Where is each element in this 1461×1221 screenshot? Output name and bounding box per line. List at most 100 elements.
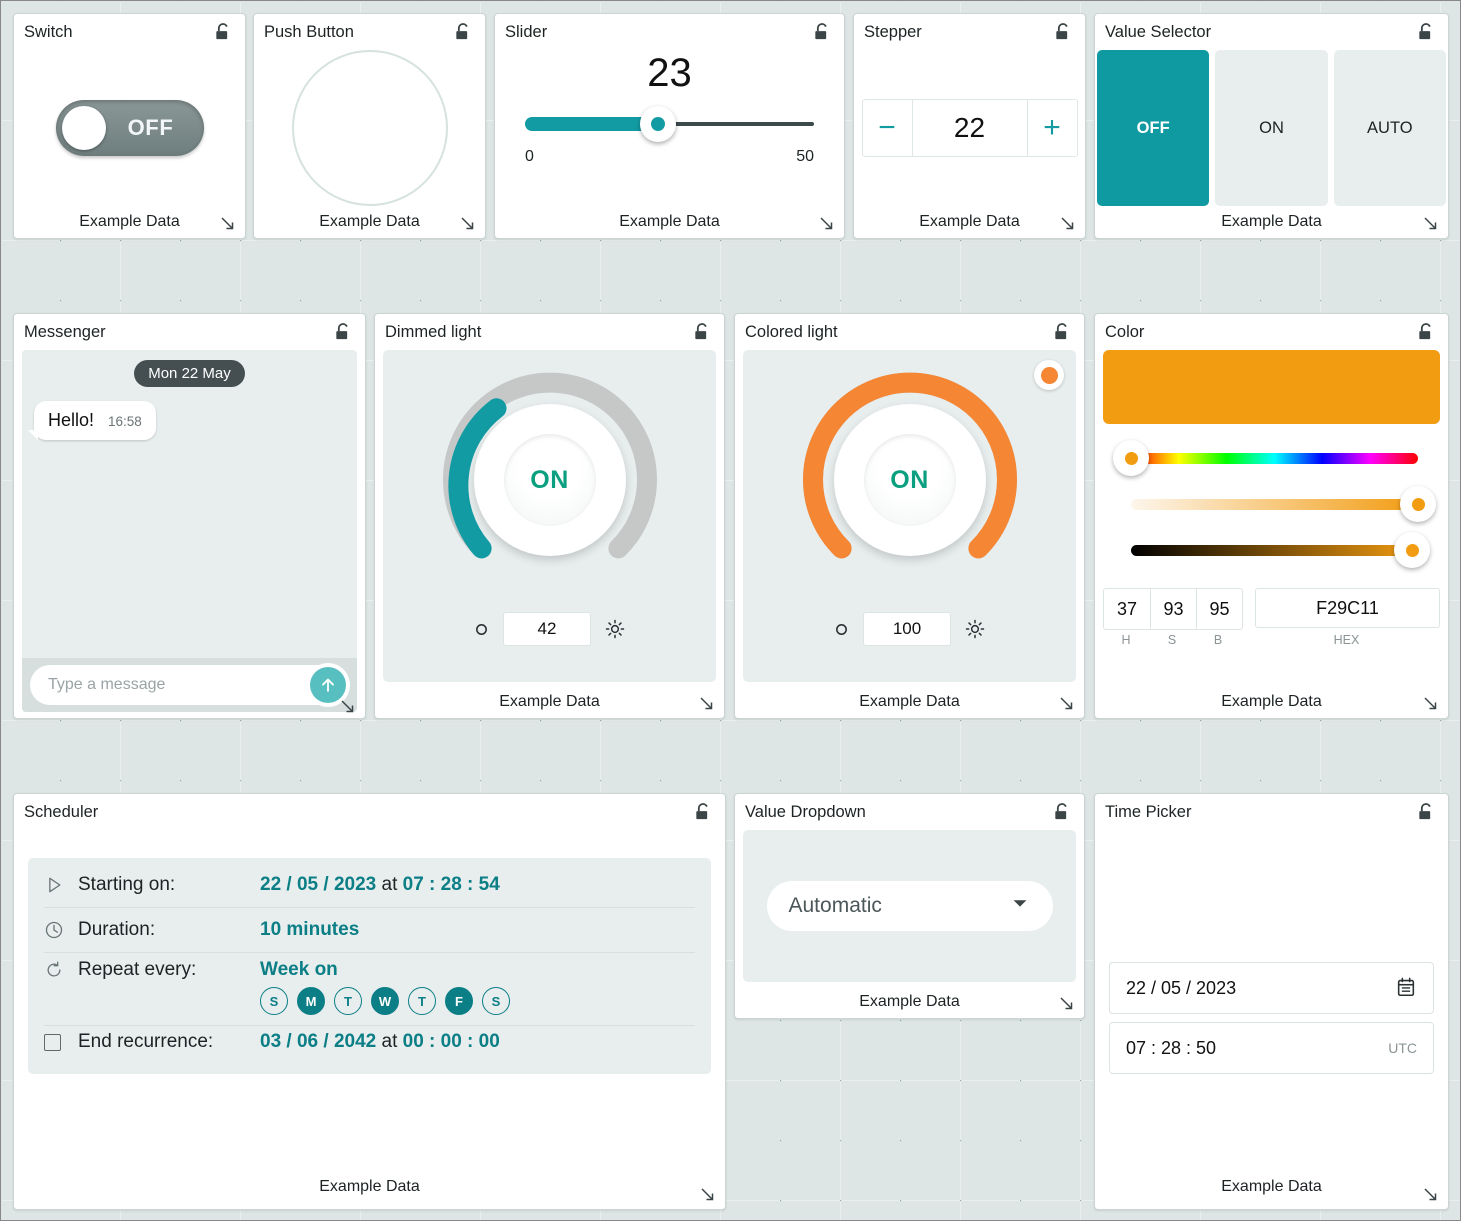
resize-handle-icon[interactable] [818, 215, 836, 233]
unlock-icon[interactable] [453, 22, 473, 42]
resize-handle-icon[interactable] [1058, 995, 1076, 1013]
value-selector-option-off[interactable]: OFF [1097, 50, 1209, 206]
weekday-sat[interactable]: S [482, 987, 510, 1015]
resize-handle-icon[interactable] [1422, 1186, 1440, 1204]
card-switch[interactable]: Switch OFF Example Data [13, 13, 246, 239]
hue-value[interactable]: 37 [1104, 589, 1150, 629]
card-slider[interactable]: Slider 23 0 50 Example Data [494, 13, 845, 239]
weekday-wed[interactable]: W [371, 987, 399, 1015]
unlock-icon[interactable] [1416, 802, 1436, 822]
resize-handle-icon[interactable] [1422, 215, 1440, 233]
card-colored-light[interactable]: Colored light [734, 313, 1085, 719]
knob-state-label[interactable]: ON [864, 434, 956, 526]
circle-small-icon[interactable] [834, 622, 849, 637]
card-time-picker[interactable]: Time Picker 22 / 05 / 2023 [1094, 793, 1449, 1210]
brightness-value[interactable]: 95 [1196, 589, 1242, 629]
circle-small-icon[interactable] [474, 622, 489, 637]
messenger-message-list[interactable]: Mon 22 May Hello! 16:58 [22, 350, 357, 658]
colored-light-knob[interactable]: ON [794, 364, 1026, 596]
knob-face[interactable]: ON [834, 404, 986, 556]
card-stepper[interactable]: Stepper − 22 + Example Data [853, 13, 1086, 239]
stepper-control[interactable]: − 22 + [862, 99, 1078, 157]
saturation-value[interactable]: 93 [1150, 589, 1196, 629]
card-dimmed-light[interactable]: Dimmed light [374, 313, 725, 719]
scheduler-row-duration[interactable]: Duration: 10 minutes [44, 907, 695, 952]
time-picker-date-field[interactable]: 22 / 05 / 2023 [1109, 962, 1434, 1014]
resize-handle-icon[interactable] [1422, 695, 1440, 713]
slider-thumb[interactable] [640, 106, 676, 142]
unlock-icon[interactable] [1416, 22, 1436, 42]
value-dropdown-select[interactable]: Automatic [767, 881, 1053, 931]
switch-toggle[interactable]: OFF [56, 100, 204, 156]
card-push-button[interactable]: Push Button Example Data [253, 13, 486, 239]
colored-light-brightness-value[interactable]: 100 [863, 612, 951, 646]
resize-handle-icon[interactable] [698, 695, 716, 713]
color-preview-swatch[interactable] [1103, 350, 1440, 424]
hex-value[interactable]: F29C11 [1255, 588, 1440, 628]
hue-slider-track[interactable] [1131, 453, 1418, 464]
value-selector-option-on[interactable]: ON [1215, 50, 1327, 206]
scheduler-start-value[interactable]: 22 / 05 / 2023 at 07 : 28 : 54 [260, 874, 500, 896]
sun-icon[interactable] [605, 619, 625, 639]
saturation-slider[interactable] [1103, 490, 1440, 518]
saturation-slider-thumb[interactable] [1400, 486, 1436, 522]
colored-light-color-button[interactable] [1034, 360, 1064, 390]
dimmed-light-brightness-value[interactable]: 42 [503, 612, 591, 646]
message-input[interactable] [30, 665, 349, 705]
scheduler-duration-value[interactable]: 10 minutes [260, 919, 359, 941]
scheduler-row-repeat[interactable]: Repeat every: Week on S M T W T F S [44, 952, 695, 1025]
stepper-decrement-button[interactable]: − [863, 100, 913, 156]
card-messenger[interactable]: Messenger Mon 22 May Hello! 16:58 [13, 313, 366, 719]
calendar-icon[interactable] [1395, 976, 1417, 1001]
push-button-circle[interactable] [292, 50, 448, 206]
weekday-fri[interactable]: F [445, 987, 473, 1015]
resize-handle-icon[interactable] [339, 698, 357, 716]
scheduler-repeat-value[interactable]: Week on [260, 959, 338, 981]
stepper-increment-button[interactable]: + [1027, 100, 1077, 156]
weekday-thu[interactable]: T [408, 987, 436, 1015]
saturation-slider-track[interactable] [1131, 499, 1418, 510]
hue-slider[interactable] [1103, 444, 1440, 472]
weekday-tue[interactable]: T [334, 987, 362, 1015]
dimmed-light-knob[interactable]: ON [434, 364, 666, 596]
card-color[interactable]: Color [1094, 313, 1449, 719]
card-header: Dimmed light [375, 314, 724, 350]
time-picker-time-field[interactable]: 07 : 28 : 50 UTC [1109, 1022, 1434, 1074]
resize-handle-icon[interactable] [1058, 695, 1076, 713]
knob-state-label[interactable]: ON [504, 434, 596, 526]
brightness-slider-thumb[interactable] [1394, 532, 1430, 568]
stepper-value[interactable]: 22 [913, 100, 1027, 156]
scheduler-row-start[interactable]: Starting on: 22 / 05 / 2023 at 07 : 28 :… [44, 862, 695, 907]
sun-icon[interactable] [965, 619, 985, 639]
value-selector-option-auto[interactable]: AUTO [1334, 50, 1446, 206]
hue-slider-thumb[interactable] [1113, 440, 1149, 476]
unlock-icon[interactable] [812, 22, 832, 42]
slider-control[interactable] [525, 98, 814, 154]
hsb-input-group[interactable]: 37 93 95 [1103, 588, 1243, 630]
time-picker-timezone: UTC [1388, 1040, 1417, 1056]
unlock-icon[interactable] [1416, 322, 1436, 342]
card-value-selector[interactable]: Value Selector OFF ON AUTO Example Data [1094, 13, 1449, 239]
unlock-icon[interactable] [1052, 802, 1072, 822]
scheduler-end-value[interactable]: 03 / 06 / 2042 at 00 : 00 : 00 [260, 1031, 500, 1053]
unlock-icon[interactable] [692, 322, 712, 342]
resize-handle-icon[interactable] [699, 1186, 717, 1204]
resize-handle-icon[interactable] [459, 215, 477, 233]
unlock-icon[interactable] [1052, 322, 1072, 342]
resize-handle-icon[interactable] [219, 215, 237, 233]
brightness-slider-track[interactable] [1131, 545, 1418, 556]
weekday-mon[interactable]: M [297, 987, 325, 1015]
resize-handle-icon[interactable] [1059, 215, 1077, 233]
weekday-sun[interactable]: S [260, 987, 288, 1015]
card-value-dropdown[interactable]: Value Dropdown Automatic Example Da [734, 793, 1085, 1019]
knob-face[interactable]: ON [474, 404, 626, 556]
scheduler-row-end-recurrence[interactable]: End recurrence: 03 / 06 / 2042 at 00 : 0… [44, 1025, 695, 1070]
unlock-icon[interactable] [333, 322, 353, 342]
end-recurrence-checkbox[interactable] [44, 1034, 78, 1051]
brightness-slider[interactable] [1103, 536, 1440, 564]
unlock-icon[interactable] [1053, 22, 1073, 42]
chevron-down-icon[interactable] [1009, 892, 1031, 920]
card-scheduler[interactable]: Scheduler Starting on: 22 / 05 / 2023 at… [13, 793, 726, 1210]
unlock-icon[interactable] [693, 802, 713, 822]
unlock-icon[interactable] [213, 22, 233, 42]
